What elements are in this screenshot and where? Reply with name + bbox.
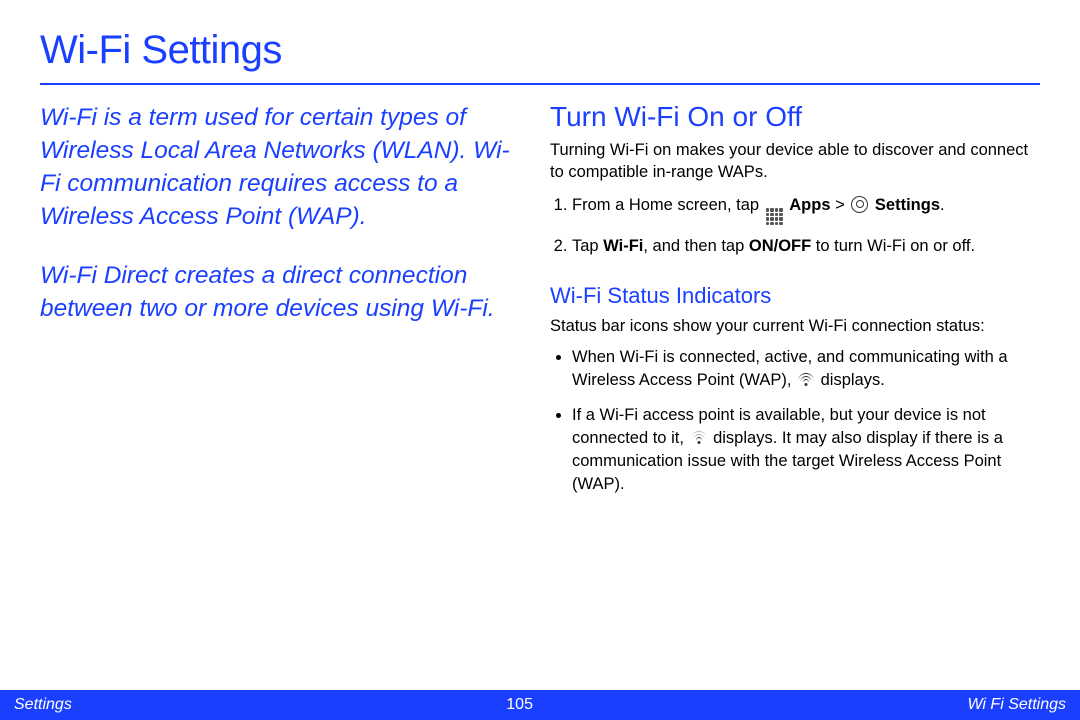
step1-gt: > bbox=[831, 196, 850, 214]
intro-paragraph-1: Wi-Fi is a term used for certain types o… bbox=[40, 101, 520, 233]
footer-right: Wi Fi Settings bbox=[967, 696, 1066, 714]
bullet-1: When Wi-Fi is connected, active, and com… bbox=[572, 346, 1040, 392]
page-footer: Settings 105 Wi Fi Settings bbox=[0, 690, 1080, 720]
bullet1-pre: When Wi-Fi is connected, active, and com… bbox=[572, 348, 1008, 389]
step1-settings-label: Settings bbox=[875, 196, 940, 214]
step2-pre: Tap bbox=[572, 237, 603, 255]
footer-left: Settings bbox=[14, 696, 72, 714]
intro-paragraph-2: Wi-Fi Direct creates a direct connection… bbox=[40, 259, 520, 325]
step2-post: to turn Wi-Fi on or off. bbox=[811, 237, 975, 255]
bullet-2: If a Wi-Fi access point is available, bu… bbox=[572, 404, 1040, 496]
bullets-list: When Wi-Fi is connected, active, and com… bbox=[550, 346, 1040, 497]
step2-mid: , and then tap bbox=[643, 237, 749, 255]
step2-wifi: Wi-Fi bbox=[603, 237, 643, 255]
document-page: Wi-Fi Settings Wi-Fi is a term used for … bbox=[0, 0, 1080, 720]
apps-grid-icon bbox=[766, 208, 783, 225]
section2-body: Status bar icons show your current Wi-Fi… bbox=[550, 315, 1040, 337]
right-column: Turn Wi-Fi On or Off Turning Wi-Fi on ma… bbox=[550, 101, 1040, 508]
step1-post: . bbox=[940, 196, 945, 214]
steps-list: From a Home screen, tap Apps > Settings.… bbox=[550, 194, 1040, 258]
left-column: Wi-Fi is a term used for certain types o… bbox=[40, 101, 520, 508]
settings-gear-icon bbox=[851, 196, 868, 213]
step1-text-pre: From a Home screen, tap bbox=[572, 196, 764, 214]
content-columns: Wi-Fi is a term used for certain types o… bbox=[40, 101, 1040, 508]
step-2: Tap Wi-Fi, and then tap ON/OFF to turn W… bbox=[572, 235, 1040, 257]
bullet1-post: displays. bbox=[816, 371, 885, 389]
page-title: Wi-Fi Settings bbox=[40, 28, 1040, 73]
step-1: From a Home screen, tap Apps > Settings. bbox=[572, 194, 1040, 226]
step2-onoff: ON/OFF bbox=[749, 237, 811, 255]
section-heading-turn-wifi: Turn Wi-Fi On or Off bbox=[550, 101, 1040, 133]
section1-body: Turning Wi-Fi on makes your device able … bbox=[550, 139, 1040, 184]
wifi-connected-icon bbox=[798, 373, 814, 387]
intro-block: Wi-Fi is a term used for certain types o… bbox=[40, 101, 520, 325]
step1-apps-label: Apps bbox=[789, 196, 830, 214]
title-rule bbox=[40, 83, 1040, 85]
wifi-available-icon bbox=[691, 431, 707, 445]
footer-page-number: 105 bbox=[506, 696, 533, 714]
section-heading-status-indicators: Wi-Fi Status Indicators bbox=[550, 283, 1040, 309]
